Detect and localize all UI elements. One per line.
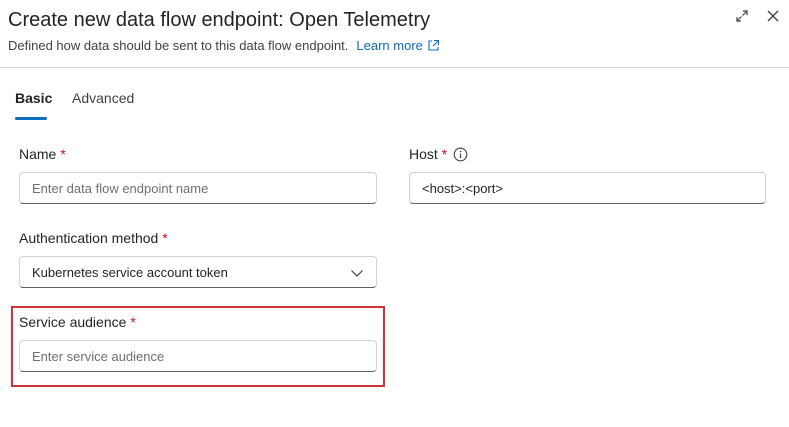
name-label: Name * (19, 146, 66, 162)
tab-advanced[interactable]: Advanced (72, 90, 134, 106)
required-mark: * (441, 146, 448, 162)
auth-method-dropdown[interactable]: Kubernetes service account token (19, 256, 377, 288)
learn-more-label: Learn more (356, 38, 423, 53)
host-label: Host * (409, 146, 468, 162)
name-input[interactable]: Enter data flow endpoint name (19, 172, 377, 204)
panel-subtitle: Defined how data should be sent to this … (8, 38, 440, 53)
header-divider (0, 67, 789, 68)
panel-title: Create new data flow endpoint: Open Tele… (8, 9, 431, 31)
learn-more-link[interactable]: Learn more (356, 38, 439, 53)
expand-icon (736, 10, 748, 22)
auth-method-label: Authentication method * (19, 230, 168, 246)
external-link-icon (428, 39, 439, 51)
expand-button[interactable] (734, 8, 750, 24)
info-icon[interactable] (453, 147, 468, 162)
host-label-text: Host (409, 146, 438, 162)
required-mark: * (130, 314, 136, 330)
close-icon (767, 10, 779, 22)
chevron-down-icon (351, 270, 363, 277)
active-tab-indicator (15, 117, 47, 120)
name-label-text: Name (19, 146, 57, 162)
subtitle-text: Defined how data should be sent to this … (8, 38, 349, 53)
close-button[interactable] (765, 8, 781, 24)
required-mark: * (60, 146, 66, 162)
host-input[interactable]: <host>:<port> (409, 172, 766, 204)
tab-basic[interactable]: Basic (15, 90, 52, 106)
auth-method-value: Kubernetes service account token (32, 264, 228, 280)
auth-method-label-text: Authentication method (19, 230, 159, 246)
service-audience-label: Service audience * (19, 314, 136, 330)
required-mark: * (162, 230, 168, 246)
service-audience-label-text: Service audience (19, 314, 127, 330)
service-audience-input[interactable]: Enter service audience (19, 340, 377, 372)
